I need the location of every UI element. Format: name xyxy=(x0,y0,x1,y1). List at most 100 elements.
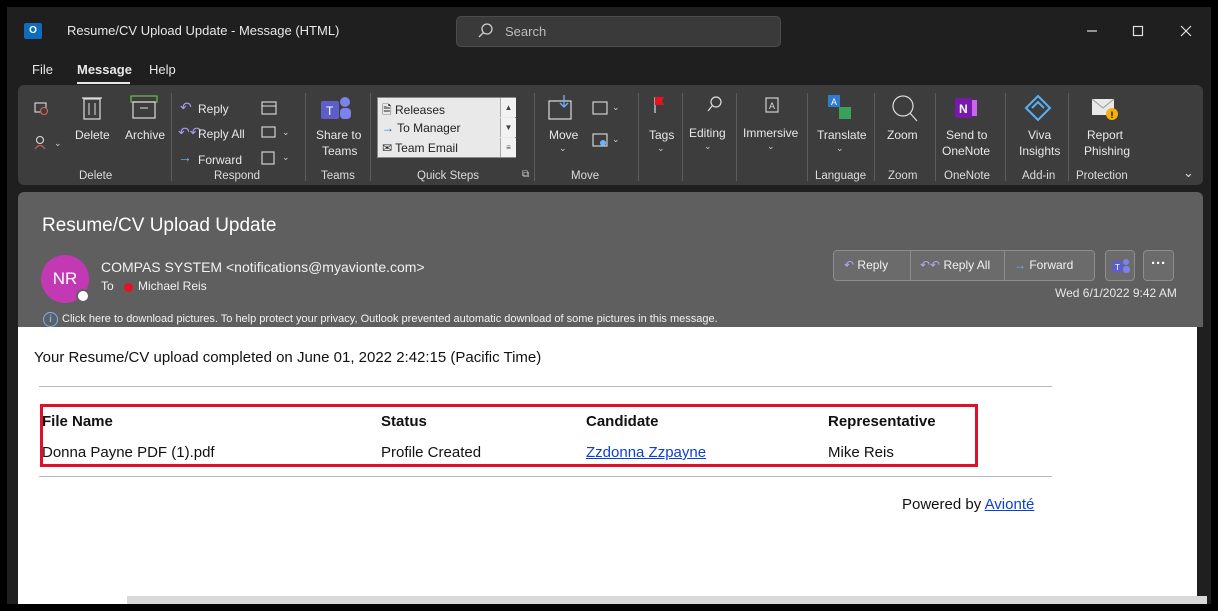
send-to-onenote-line2[interactable]: OneNote xyxy=(942,144,990,158)
reply-all-icon: ↶↶ xyxy=(920,258,941,272)
outlook-logo-icon: O xyxy=(24,23,42,39)
reply-action-button[interactable]: ↶ Reply xyxy=(844,251,888,280)
chevron-down-icon[interactable]: ⌄ xyxy=(54,138,62,149)
header-representative: Representative xyxy=(828,413,936,430)
archive-button[interactable]: Archive xyxy=(125,128,165,142)
quick-step-to-manager[interactable]: → To Manager xyxy=(382,121,461,135)
send-to-onenote-line1[interactable]: Send to xyxy=(946,128,987,142)
teams-icon: T xyxy=(1112,259,1130,273)
recipient-name[interactable]: Michael Reis xyxy=(138,279,207,293)
divider xyxy=(910,251,911,280)
tab-file[interactable]: File xyxy=(32,62,53,77)
chevron-down-icon[interactable]: ⌄ xyxy=(704,141,712,152)
archive-icon[interactable] xyxy=(129,93,159,121)
collapse-ribbon-icon[interactable]: ⌄ xyxy=(1183,165,1194,181)
message-actions: ↶ Reply ↶↶ Reply All → Forward xyxy=(833,250,1095,281)
viva-insights-icon[interactable] xyxy=(1023,93,1053,123)
ignore-icon[interactable] xyxy=(32,99,50,117)
viva-insights-line1[interactable]: Viva xyxy=(1028,128,1051,142)
candidate-link[interactable]: Zzdonna Zzpayne xyxy=(586,444,706,461)
forward-action-button[interactable]: → Forward xyxy=(1014,251,1073,280)
group-label-respond: Respond xyxy=(214,170,261,182)
upload-message: Your Resume/CV upload completed on June … xyxy=(34,349,542,366)
forward-button[interactable]: Forward xyxy=(198,153,242,167)
chevron-down-icon[interactable]: ⌄ xyxy=(282,127,290,138)
chevron-down-icon[interactable]: ⌄ xyxy=(612,102,620,113)
ribbon-divider xyxy=(305,93,306,181)
sender-address[interactable]: COMPAS SYSTEM <notifications@myavionte.c… xyxy=(101,259,425,275)
chevron-down-icon[interactable]: ⌄ xyxy=(612,134,620,145)
scroll-down-icon[interactable]: ▼ xyxy=(500,118,516,137)
quick-steps-gallery[interactable]: 🗎 Releases → To Manager ✉ Team Email ▲ ▼… xyxy=(377,97,516,158)
report-phishing-line2[interactable]: Phishing xyxy=(1084,144,1130,158)
chevron-down-icon[interactable]: ⌄ xyxy=(559,143,567,154)
teams-chat-button[interactable]: T xyxy=(1105,250,1135,281)
ribbon-divider xyxy=(1068,93,1069,181)
immersive-button[interactable]: Immersive xyxy=(743,126,798,140)
editing-button[interactable]: Editing xyxy=(689,126,726,140)
rules-icon[interactable] xyxy=(591,99,609,117)
header-file-name: File Name xyxy=(42,413,113,430)
search-input[interactable]: Search xyxy=(456,16,781,47)
flag-icon[interactable] xyxy=(651,95,669,115)
report-phishing-line1[interactable]: Report xyxy=(1087,128,1123,142)
minimize-icon[interactable] xyxy=(1080,19,1104,43)
im-icon[interactable] xyxy=(260,124,278,142)
onenote-icon[interactable]: N xyxy=(953,95,979,121)
download-pictures-infobar[interactable]: Click here to download pictures. To help… xyxy=(62,313,718,325)
translate-icon[interactable]: A xyxy=(826,93,854,123)
tab-message[interactable]: Message xyxy=(77,62,132,77)
chevron-down-icon[interactable]: ⌄ xyxy=(282,152,290,163)
info-icon: i xyxy=(43,312,58,327)
cleanup-icon[interactable] xyxy=(32,133,50,151)
move-button[interactable]: Move xyxy=(549,128,578,142)
report-phishing-icon[interactable]: ! xyxy=(1090,95,1120,123)
more-respond-icon[interactable] xyxy=(260,149,278,167)
tab-help[interactable]: Help xyxy=(149,62,176,77)
to-label: To xyxy=(101,279,114,293)
meeting-icon[interactable] xyxy=(260,99,278,117)
share-to-teams-line1[interactable]: Share to xyxy=(316,128,361,142)
cell-representative: Mike Reis xyxy=(828,444,894,461)
reply-icon: ↶ xyxy=(844,258,855,272)
chevron-down-icon[interactable]: ⌄ xyxy=(836,143,844,154)
more-actions-icon[interactable]: ··· xyxy=(1143,250,1174,281)
chevron-down-icon[interactable]: ⌄ xyxy=(767,141,775,152)
reply-all-button[interactable]: Reply All xyxy=(198,127,245,141)
header-candidate: Candidate xyxy=(586,413,659,430)
onenote-move-icon[interactable] xyxy=(591,131,609,149)
reply-button[interactable]: Reply xyxy=(198,102,229,116)
svg-text:A: A xyxy=(769,101,775,111)
chevron-down-icon[interactable]: ⌄ xyxy=(657,143,665,154)
maximize-icon[interactable] xyxy=(1126,19,1150,43)
reply-all-action-button[interactable]: ↶↶ Reply All xyxy=(920,251,990,280)
share-to-teams-line2[interactable]: Teams xyxy=(322,144,357,158)
ribbon: ⌄ Delete Archive Delete ↶ Reply ↶↶ Reply… xyxy=(18,85,1203,185)
move-icon[interactable] xyxy=(546,93,576,123)
avionte-link[interactable]: Avionté xyxy=(985,496,1035,513)
translate-button[interactable]: Translate xyxy=(817,128,867,142)
ribbon-divider xyxy=(534,93,535,181)
scroll-up-icon[interactable]: ▲ xyxy=(500,98,516,117)
dialog-launcher-icon[interactable]: ⧉ xyxy=(522,169,529,180)
zoom-icon[interactable] xyxy=(889,93,919,123)
divider xyxy=(39,386,1052,387)
expand-gallery-icon[interactable]: ≡ xyxy=(500,138,516,157)
group-label-move: Move xyxy=(571,170,600,182)
quick-step-team-email[interactable]: ✉ Team Email xyxy=(382,141,458,155)
teams-icon[interactable]: T xyxy=(319,93,353,123)
ribbon-divider xyxy=(171,93,172,181)
email-body: Your Resume/CV upload completed on June … xyxy=(18,327,1197,604)
delete-icon[interactable] xyxy=(80,93,104,121)
tags-button[interactable]: Tags xyxy=(649,128,674,142)
immersive-reader-icon[interactable]: A xyxy=(763,95,783,115)
viva-insights-line2[interactable]: Insights xyxy=(1019,144,1060,158)
quick-step-releases[interactable]: 🗎 Releases xyxy=(382,101,445,122)
divider xyxy=(39,476,1052,477)
zoom-button[interactable]: Zoom xyxy=(887,128,918,142)
delete-button[interactable]: Delete xyxy=(75,128,110,142)
find-icon[interactable] xyxy=(706,95,724,115)
search-placeholder: Search xyxy=(505,24,547,39)
group-label-quick-steps: Quick Steps xyxy=(417,170,479,182)
close-icon[interactable] xyxy=(1174,19,1198,43)
